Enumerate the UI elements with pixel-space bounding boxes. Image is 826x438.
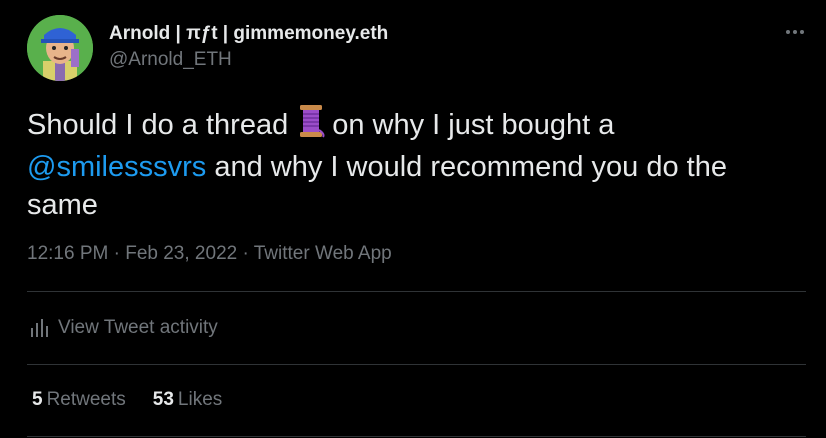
divider	[27, 364, 806, 365]
likes-count: 53	[152, 389, 174, 410]
divider	[27, 436, 806, 437]
retweets-stat[interactable]: 5 Retweets	[32, 389, 126, 411]
tweet-text: Should I do a thread on why I just bought…	[27, 104, 797, 224]
retweets-count: 5	[32, 389, 43, 410]
more-options-icon[interactable]	[782, 19, 808, 45]
tweet-stats: 5 Retweets 53 Likes	[32, 389, 249, 411]
tweet-date[interactable]: Feb 23, 2022	[125, 243, 237, 264]
tweet-text-part2: on why I just bought a	[332, 109, 615, 141]
more-dot	[800, 30, 804, 34]
author-names: Arnold | πƒt | gimmemoney.eth @Arnold_ET…	[109, 23, 388, 71]
view-tweet-activity-label: View Tweet activity	[58, 317, 218, 338]
author-handle[interactable]: @Arnold_ETH	[109, 49, 388, 71]
more-dot	[793, 30, 797, 34]
tweet-header: Arnold | πƒt | gimmemoney.eth @Arnold_ET…	[27, 15, 808, 81]
tweet-meta: 12:16 PM · Feb 23, 2022 · Twitter Web Ap…	[27, 243, 392, 265]
retweets-label: Retweets	[46, 389, 126, 410]
avatar[interactable]	[27, 15, 93, 81]
likes-label: Likes	[177, 389, 223, 410]
meta-separator: ·	[108, 243, 126, 264]
mention-link[interactable]: @smilesssvrs	[27, 151, 206, 183]
likes-stat[interactable]: 53 Likes	[153, 389, 223, 411]
tweet-source[interactable]: Twitter Web App	[254, 243, 392, 264]
avatar-image	[27, 15, 93, 81]
tweet-detail: Arnold | πƒt | gimmemoney.eth @Arnold_ET…	[0, 0, 826, 438]
spool-of-thread-icon	[296, 104, 326, 148]
bar-chart-icon	[31, 319, 48, 337]
more-dot	[786, 30, 790, 34]
divider	[27, 291, 806, 292]
tweet-time[interactable]: 12:16 PM	[27, 243, 108, 264]
meta-separator: ·	[237, 243, 254, 264]
view-tweet-activity-link[interactable]: View Tweet activity	[30, 317, 218, 339]
author-display-name[interactable]: Arnold | πƒt | gimmemoney.eth	[109, 23, 388, 45]
tweet-text-part1: Should I do a thread	[27, 109, 289, 141]
